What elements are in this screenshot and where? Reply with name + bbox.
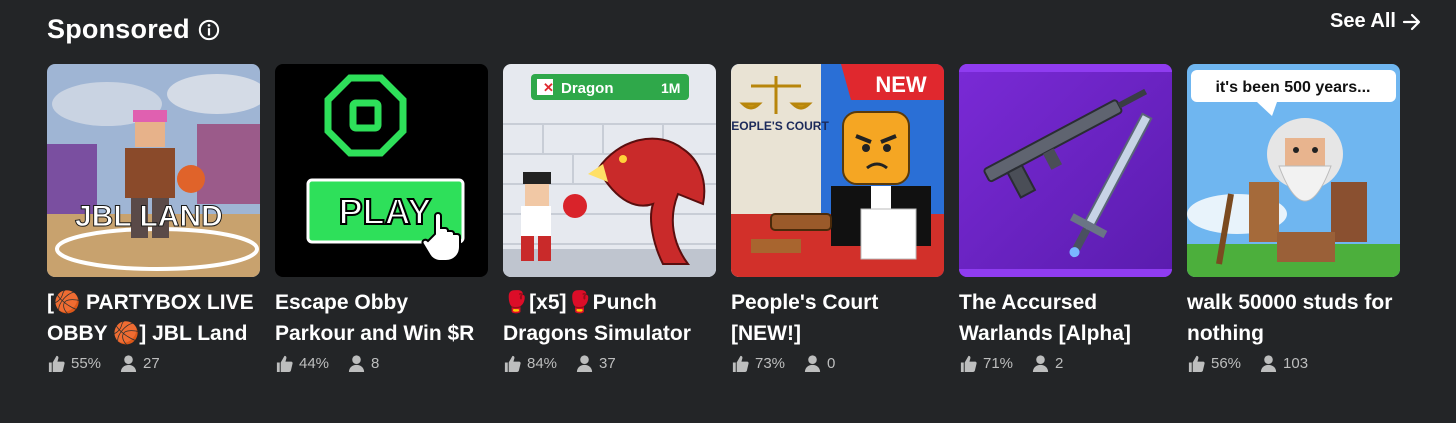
rating-stat: 84% [503,354,557,373]
game-title[interactable]: walk 50000 studs for nothing [1187,287,1400,349]
player-icon [120,355,137,373]
section-header: Sponsored See All [47,10,1422,50]
thumbs-up-icon [276,355,293,373]
thumbs-up-icon [48,355,65,373]
game-title[interactable]: [🏀 PARTYBOX LIVE OBBY 🏀] JBL Land [47,287,260,349]
section-title: Sponsored [47,14,190,44]
rating-stat: 56% [1187,354,1241,373]
game-stats: 84% 37 [503,354,716,373]
rating-value: 71% [983,355,1014,372]
rating-stat: 73% [731,354,785,373]
game-carousel: JBL LAND [🏀 PARTYBOX LIVE OBBY 🏀] JBL La… [47,64,1400,373]
rating-value: 84% [527,355,558,372]
players-value: 37 [599,355,616,372]
game-stats: 71% 2 [959,354,1172,373]
thumbnail-text: Dragon [561,80,614,97]
thumbnail-badge: 1M [661,80,680,96]
players-value: 103 [1283,355,1309,372]
gavel-icon [770,213,832,231]
game-stats: 55% 27 [47,354,260,373]
rating-value: 73% [755,355,786,372]
players-value: 8 [371,355,380,372]
see-all-label: See All [1330,10,1396,32]
thumbs-up-icon [960,355,977,373]
game-card[interactable]: The Accursed Warlands [Alpha] 71% 2 [959,64,1172,373]
rating-value: 56% [1211,355,1242,372]
thumbnail-badge: NEW [875,72,927,97]
rating-value: 44% [299,355,330,372]
players-value: 0 [827,355,836,372]
game-thumbnail[interactable]: JBL LAND [47,64,260,277]
game-thumbnail[interactable]: PLAY [275,64,488,277]
players-stat: 0 [803,354,835,373]
game-title[interactable]: 🥊[x5]🥊Punch Dragons Simulator [503,287,716,349]
player-icon [1032,355,1049,373]
rating-stat: 55% [47,354,101,373]
players-value: 27 [143,355,160,372]
rating-value: 55% [71,355,102,372]
see-all-link[interactable]: See All [1330,10,1422,33]
svg-text:✕: ✕ [543,80,554,95]
arrow-right-icon [1402,13,1421,30]
players-stat: 2 [1031,354,1063,373]
section-title-group: Sponsored [47,14,220,45]
game-stats: 44% 8 [275,354,488,373]
info-circle-icon[interactable] [198,19,220,41]
thumbs-up-icon [504,355,521,373]
game-thumbnail[interactable]: ✕ Dragon 1M [503,64,716,277]
game-card[interactable]: NEW PEOPLE'S COURT People's Court [NEW!]… [731,64,944,373]
player-icon [576,355,593,373]
thumbnail-text: it's been 500 years... [1215,79,1370,96]
game-thumbnail[interactable]: it's been 500 years... [1187,64,1400,277]
game-title[interactable]: The Accursed Warlands [Alpha] [959,287,1172,349]
game-title[interactable]: People's Court [NEW!] [731,287,944,349]
game-stats: 56% 103 [1187,354,1400,373]
game-thumbnail[interactable]: NEW PEOPLE'S COURT [731,64,944,277]
players-stat: 27 [119,354,160,373]
players-stat: 103 [1259,354,1308,373]
rating-stat: 44% [275,354,329,373]
rating-stat: 71% [959,354,1013,373]
game-stats: 73% 0 [731,354,944,373]
players-stat: 8 [347,354,379,373]
game-card[interactable]: PLAY Escape Obby Parkour and Win $R 44% … [275,64,488,373]
game-card[interactable]: JBL LAND [🏀 PARTYBOX LIVE OBBY 🏀] JBL La… [47,64,260,373]
game-card[interactable]: ✕ Dragon 1M 🥊[x5]🥊Punch Dragons Simulato… [503,64,716,373]
game-title[interactable]: Escape Obby Parkour and Win $R [275,287,488,349]
player-icon [348,355,365,373]
thumbnail-text: PEOPLE'S COURT [731,119,829,133]
players-value: 2 [1055,355,1064,372]
thumbs-up-icon [732,355,749,373]
thumbs-up-icon [1188,355,1205,373]
players-stat: 37 [575,354,616,373]
game-card[interactable]: it's been 500 years... walk 50000 studs … [1187,64,1400,373]
player-icon [804,355,821,373]
game-thumbnail[interactable] [959,64,1172,277]
thumbnail-text: JBL LAND [75,200,223,233]
thumbnail-text: PLAY [339,191,432,232]
player-icon [1260,355,1277,373]
